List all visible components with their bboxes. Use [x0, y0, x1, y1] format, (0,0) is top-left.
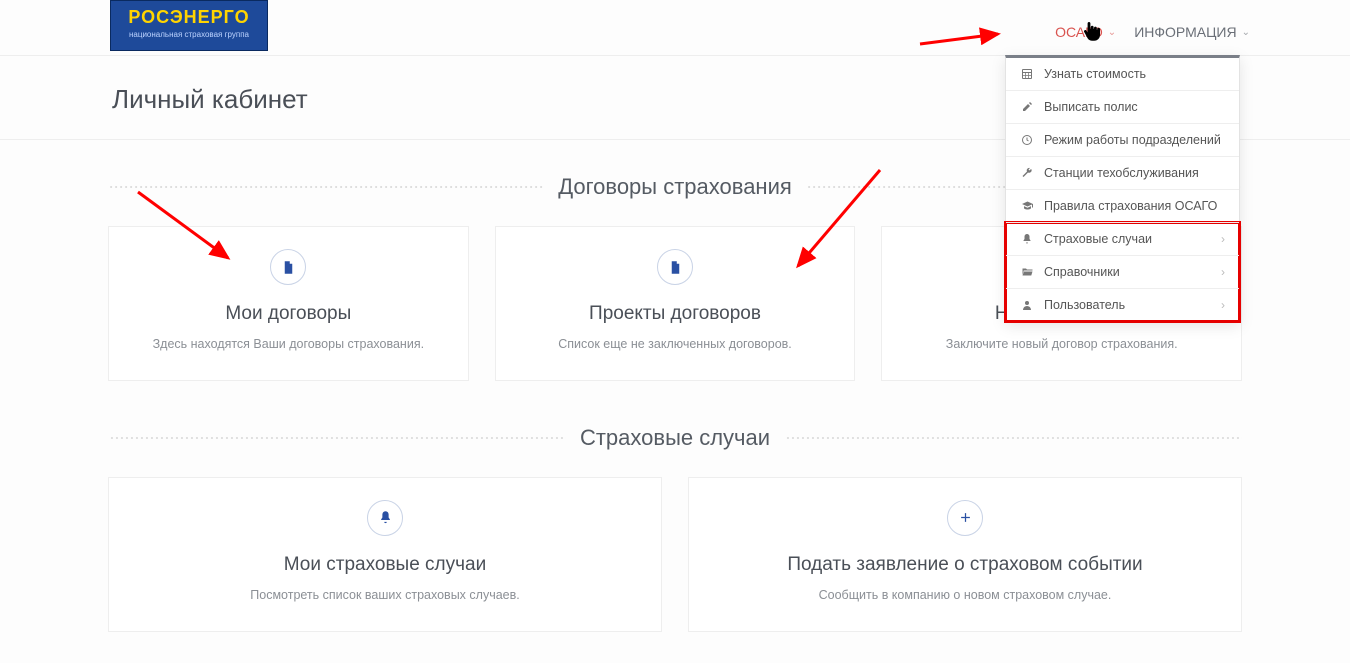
- dd-item-rules[interactable]: Правила страхования ОСАГО: [1006, 190, 1239, 223]
- osago-dropdown: Узнать стоимость Выписать полис Режим ра…: [1005, 55, 1240, 322]
- divider-dots: [784, 437, 1242, 439]
- divider-dots: [108, 186, 544, 188]
- bell-icon: [1020, 233, 1034, 245]
- graduation-cap-icon: [1020, 200, 1034, 212]
- page-title: Личный кабинет: [112, 84, 308, 115]
- card-submit-claim[interactable]: Подать заявление о страховом событии Соо…: [688, 477, 1242, 632]
- wrench-icon: [1020, 167, 1034, 179]
- nav-osago[interactable]: ОСАГО ⌄: [1055, 24, 1116, 40]
- logo[interactable]: РОСЭНЕРГО национальная страховая группа: [110, 0, 268, 51]
- dd-item-directories[interactable]: Справочники ›: [1006, 256, 1239, 289]
- dd-item-price[interactable]: Узнать стоимость: [1006, 58, 1239, 91]
- chevron-right-icon: ›: [1221, 265, 1225, 279]
- folder-open-icon: [1020, 266, 1034, 278]
- chevron-right-icon: ›: [1221, 232, 1225, 246]
- edit-icon: [1020, 101, 1034, 113]
- logo-sub: национальная страховая группа: [111, 30, 267, 39]
- dd-label: Страховые случаи: [1044, 232, 1152, 246]
- chevron-down-icon: ⌄: [1242, 27, 1250, 38]
- card-my-contracts[interactable]: Мои договоры Здесь находятся Ваши догово…: [108, 226, 469, 381]
- card-desc: Посмотреть список ваших страховых случае…: [127, 586, 643, 605]
- bell-icon: [367, 500, 403, 536]
- card-desc: Заключите новый договор страхования.: [900, 335, 1223, 354]
- card-title: Мои договоры: [127, 303, 450, 325]
- section-title-cases: Страховые случаи: [580, 425, 770, 451]
- card-title: Мои страховые случаи: [127, 554, 643, 576]
- document-icon: [270, 249, 306, 285]
- svg-text:W: W: [672, 267, 678, 273]
- dd-item-user[interactable]: Пользователь ›: [1006, 289, 1239, 321]
- dd-label: Режим работы подразделений: [1044, 133, 1221, 147]
- card-desc: Здесь находятся Ваши договоры страховани…: [127, 335, 450, 354]
- card-title: Проекты договоров: [514, 303, 837, 325]
- section-title-contracts: Договоры страхования: [558, 174, 792, 200]
- card-title: Подать заявление о страховом событии: [707, 554, 1223, 576]
- nav-osago-label: ОСАГО: [1055, 24, 1103, 40]
- user-icon: [1020, 299, 1034, 311]
- clock-icon: [1020, 134, 1034, 146]
- card-my-cases[interactable]: Мои страховые случаи Посмотреть список в…: [108, 477, 662, 632]
- calculator-icon: [1020, 68, 1034, 80]
- file-word-icon: W: [657, 249, 693, 285]
- dd-item-schedule[interactable]: Режим работы подразделений: [1006, 124, 1239, 157]
- card-desc: Сообщить в компанию о новом страховом сл…: [707, 586, 1223, 605]
- dd-item-stations[interactable]: Станции техобслуживания: [1006, 157, 1239, 190]
- card-draft-contracts[interactable]: W Проекты договоров Список еще не заключ…: [495, 226, 856, 381]
- cases-cards: Мои страховые случаи Посмотреть список в…: [108, 477, 1242, 632]
- dd-item-issue[interactable]: Выписать полис: [1006, 91, 1239, 124]
- top-nav: ОСАГО ⌄ ИНФОРМАЦИЯ ⌄: [1055, 24, 1250, 40]
- chevron-right-icon: ›: [1221, 298, 1225, 312]
- dd-label: Пользователь: [1044, 298, 1125, 312]
- dd-label: Правила страхования ОСАГО: [1044, 199, 1217, 213]
- dd-label: Станции техобслуживания: [1044, 166, 1199, 180]
- divider-dots: [108, 437, 566, 439]
- dd-label: Справочники: [1044, 265, 1120, 279]
- dd-label: Выписать полис: [1044, 100, 1138, 114]
- card-desc: Список еще не заключенных договоров.: [514, 335, 837, 354]
- dd-highlighted-group: Страховые случаи › Справочники › Пользов…: [1006, 223, 1239, 321]
- section-cases: Страховые случаи Мои страховые случаи По…: [108, 425, 1242, 632]
- nav-info[interactable]: ИНФОРМАЦИЯ ⌄: [1134, 24, 1250, 40]
- chevron-down-icon: ⌄: [1108, 27, 1116, 38]
- section-head: Страховые случаи: [108, 425, 1242, 451]
- logo-main: РОСЭНЕРГО: [111, 7, 267, 28]
- topbar: РОСЭНЕРГО национальная страховая группа …: [0, 0, 1350, 56]
- dd-label: Узнать стоимость: [1044, 67, 1146, 81]
- plus-icon: [947, 500, 983, 536]
- nav-info-label: ИНФОРМАЦИЯ: [1134, 24, 1236, 40]
- dd-item-cases[interactable]: Страховые случаи ›: [1006, 223, 1239, 256]
